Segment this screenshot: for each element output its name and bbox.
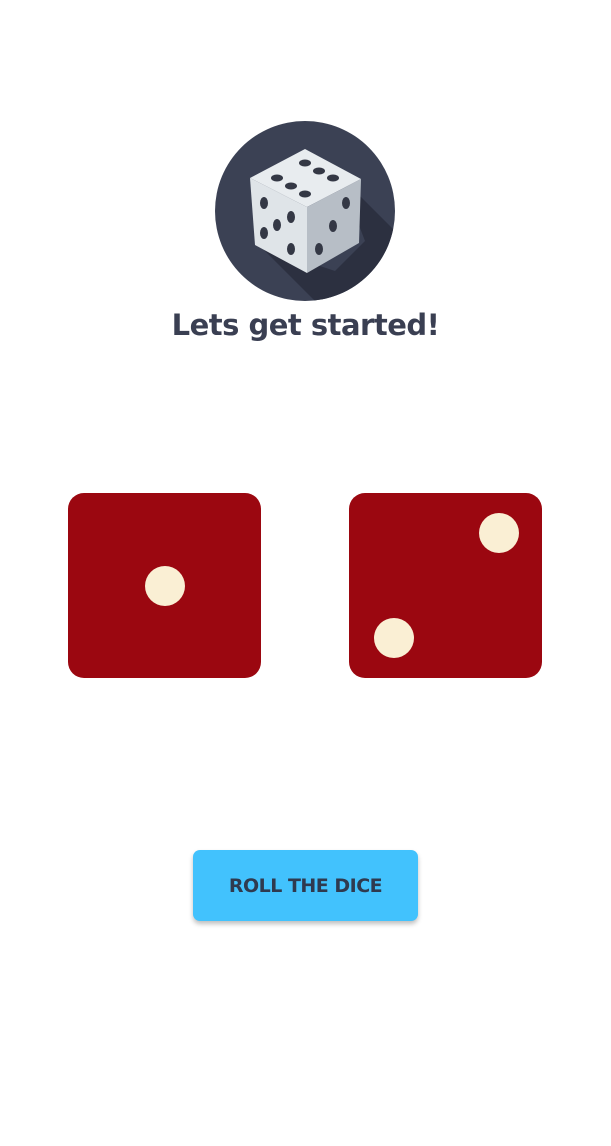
roll-dice-button[interactable]: ROLL THE DICE bbox=[193, 850, 418, 921]
die-pip bbox=[374, 618, 414, 658]
dice-logo-icon bbox=[215, 121, 395, 301]
page-title: Lets get started! bbox=[171, 308, 440, 342]
die-pip bbox=[479, 513, 519, 553]
right-die bbox=[349, 493, 542, 678]
app-screen: Lets get started! ROLL THE DICE bbox=[0, 0, 611, 1146]
die-pip bbox=[145, 566, 185, 606]
left-die bbox=[68, 493, 261, 678]
